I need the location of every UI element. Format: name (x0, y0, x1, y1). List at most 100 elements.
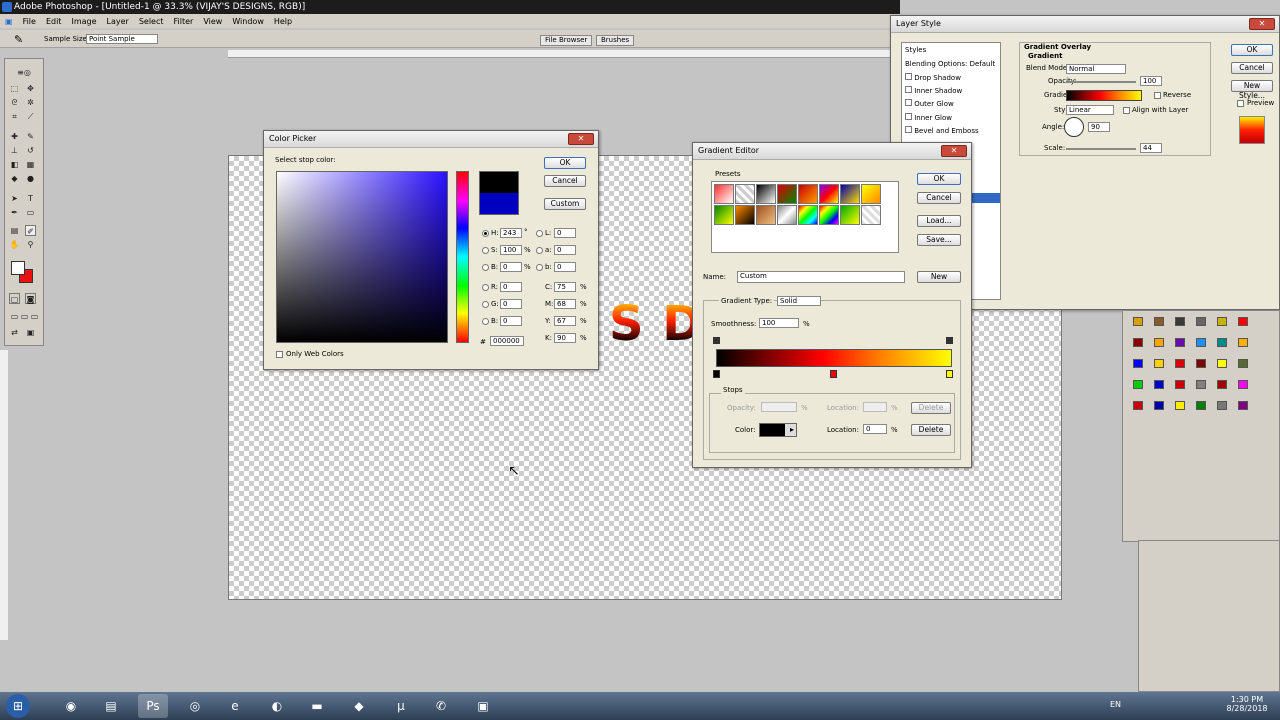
jump-to-imageready-icon[interactable]: ⇄ (9, 327, 20, 338)
quickmask-mode-icon[interactable]: ◙ (25, 293, 36, 304)
gradient-preset-swatch[interactable] (840, 205, 860, 225)
color-swatch[interactable] (1196, 380, 1206, 389)
layer-style-close-icon[interactable]: ✕ (1249, 18, 1275, 30)
type-tool-icon[interactable]: T (25, 193, 36, 204)
styles-list-item[interactable]: Bevel and Emboss (905, 126, 979, 136)
stop-opacity-field[interactable] (761, 402, 797, 412)
color-swatch[interactable] (1196, 317, 1206, 326)
torrent-icon[interactable]: µ (386, 694, 416, 718)
start-icon[interactable]: ⊞ (6, 694, 30, 718)
menu-layer[interactable]: Layer (102, 17, 134, 26)
move-tool-icon[interactable]: ✥ (25, 83, 36, 94)
gradient-preset-swatch[interactable] (735, 184, 755, 204)
eyedropper-icon[interactable]: ✐ (25, 225, 36, 236)
gradient-preset-swatch[interactable] (777, 184, 797, 204)
gradient-preset-swatch[interactable] (714, 205, 734, 225)
magenta-field[interactable]: 68 (554, 299, 576, 309)
gradient-type-select[interactable]: Solid (777, 296, 821, 306)
color-swatch[interactable] (1133, 338, 1143, 347)
scale-field[interactable]: 44 (1140, 143, 1162, 153)
foreground-color-swatch[interactable] (11, 261, 25, 275)
gradient-bar[interactable] (716, 349, 952, 367)
color-swatch[interactable] (1196, 338, 1206, 347)
healing-tool-icon[interactable]: ✚ (9, 131, 20, 142)
preview-checkbox[interactable] (1237, 100, 1244, 107)
new-style-button[interactable]: New Style... (1231, 80, 1273, 100)
color-swatch[interactable] (1175, 401, 1185, 410)
blue-field[interactable]: 0 (500, 316, 522, 326)
recorder-icon[interactable]: ▣ (468, 694, 498, 718)
folder-icon[interactable]: ▤ (96, 694, 126, 718)
color-swatch[interactable] (1217, 317, 1227, 326)
style-select[interactable]: Linear (1066, 105, 1114, 115)
game-icon[interactable]: ◆ (344, 694, 374, 718)
color-stop-black[interactable] (713, 370, 720, 378)
lab-b-field[interactable]: 0 (554, 262, 576, 272)
green-field[interactable]: 0 (500, 299, 522, 309)
blue-radio[interactable] (482, 318, 489, 325)
color-swatch[interactable] (1154, 317, 1164, 326)
tab-brushes[interactable]: Brushes (596, 35, 635, 46)
gradient-preset-swatch[interactable] (861, 205, 881, 225)
gradient-tool-icon[interactable]: ▦ (25, 159, 36, 170)
gradient-save-button[interactable]: Save... (917, 234, 961, 246)
clock[interactable]: 1:30 PM 8/28/2018 (1220, 695, 1274, 713)
color-swatch[interactable] (1217, 338, 1227, 347)
color-delete-button[interactable]: Delete (911, 424, 951, 436)
styles-list-item[interactable]: Blending Options: Default (905, 60, 995, 69)
opacity-stop-right[interactable] (946, 337, 953, 344)
lab-l-field[interactable]: 0 (554, 228, 576, 238)
layer-style-cancel-button[interactable]: Cancel (1231, 62, 1273, 74)
menu-edit[interactable]: Edit (41, 17, 67, 26)
color-picker-close-icon[interactable]: ✕ (568, 133, 594, 145)
gradient-preset-swatch[interactable] (798, 205, 818, 225)
color-swatch[interactable] (1154, 359, 1164, 368)
red-radio[interactable] (482, 284, 489, 291)
gradient-editor-close-icon[interactable]: ✕ (941, 145, 967, 157)
color-swatch[interactable] (1133, 401, 1143, 410)
gradient-preset-swatch[interactable] (777, 205, 797, 225)
crop-tool-icon[interactable]: ⌗ (9, 111, 20, 122)
color-stop-yellow[interactable] (946, 370, 953, 378)
chrome-icon[interactable]: ◎ (180, 694, 210, 718)
color-swatch[interactable] (1217, 380, 1227, 389)
ps-logo-icon[interactable]: ▣ (0, 17, 18, 26)
color-swatch[interactable] (1217, 359, 1227, 368)
color-swatch[interactable] (1154, 380, 1164, 389)
terminal-icon[interactable]: ▬ (302, 694, 332, 718)
whatsapp-icon[interactable]: ✆ (426, 694, 456, 718)
gradient-load-button[interactable]: Load... (917, 215, 961, 227)
brush-tool-icon[interactable]: ✎ (25, 131, 36, 142)
color-swatch[interactable] (1154, 338, 1164, 347)
notes-tool-icon[interactable]: ▤ (9, 225, 20, 236)
lab-a-field[interactable]: 0 (554, 245, 576, 255)
hex-field[interactable]: 000000 (490, 336, 524, 346)
pen-tool-icon[interactable]: ✒ (9, 207, 20, 218)
lab-b-radio[interactable] (536, 264, 543, 271)
color-swatch[interactable] (1133, 317, 1143, 326)
yellow-field[interactable]: 67 (554, 316, 576, 326)
opacity-field[interactable]: 100 (1140, 76, 1162, 86)
blur-tool-icon[interactable]: ◆ (9, 173, 20, 184)
history-brush-icon[interactable]: ↺ (25, 145, 36, 156)
styles-list-item[interactable]: Inner Shadow (905, 86, 962, 96)
color-swatch[interactable] (1154, 401, 1164, 410)
color-picker-ok-button[interactable]: OK (544, 157, 586, 169)
eraser-tool-icon[interactable]: ◧ (9, 159, 20, 170)
photoshop-taskbar-icon[interactable]: Ps (138, 694, 168, 718)
styles-list-item[interactable]: Drop Shadow (905, 73, 961, 83)
color-swatch[interactable] (1175, 359, 1185, 368)
black-field[interactable]: 90 (554, 333, 576, 343)
gradient-preset-swatch[interactable] (861, 184, 881, 204)
zoom-tool-icon[interactable]: ⚲ (25, 239, 36, 250)
menu-image[interactable]: Image (66, 17, 101, 26)
imageready-icon[interactable]: ▣ (25, 327, 36, 338)
menu-help[interactable]: Help (269, 17, 297, 26)
gradient-swatch[interactable] (1066, 90, 1142, 101)
color-swatch[interactable] (1238, 317, 1248, 326)
language-indicator[interactable]: EN (1110, 700, 1121, 709)
color-swatch[interactable] (1196, 359, 1206, 368)
opacity-delete-button[interactable]: Delete (911, 402, 951, 414)
firefox-icon[interactable]: ◐ (262, 694, 292, 718)
layer-style-ok-button[interactable]: OK (1231, 44, 1273, 56)
